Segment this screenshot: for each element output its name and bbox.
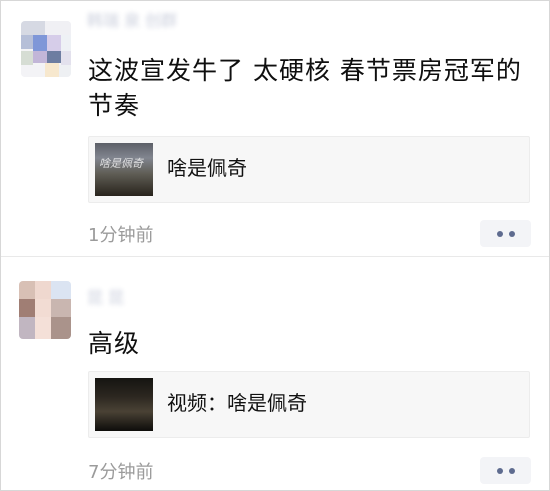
avatar-pixel-4 [19, 299, 35, 317]
avatar-pixel-13 [59, 65, 71, 77]
nickname[interactable]: 昆 昆 [87, 289, 124, 307]
avatar-pixel-9 [51, 317, 71, 339]
avatar-pixel-8 [35, 317, 51, 339]
more-options-icon [496, 230, 503, 237]
more-options-button[interactable] [480, 220, 531, 247]
avatar-pixel-10 [61, 51, 71, 65]
avatar-pixel-1 [21, 21, 45, 35]
avatar-pixel-7 [21, 51, 33, 65]
comment-item-2: 昆 昆 高级 视频：啥是佩奇 7分钟前 [1, 257, 549, 490]
avatar-pixel-3 [21, 35, 33, 49]
video-thumbnail [95, 378, 153, 431]
more-options-icon [508, 467, 515, 474]
avatar-pixel-1 [19, 281, 35, 299]
shared-video-card[interactable]: 视频：啥是佩奇 [88, 371, 530, 438]
nickname[interactable]: 韩瑞 泉 创群 [87, 12, 177, 30]
avatar-pixel-2 [35, 281, 51, 299]
more-options-icon [496, 467, 503, 474]
avatar-pixel-7 [19, 317, 35, 339]
avatar-pixel-2 [45, 21, 71, 35]
avatar[interactable] [19, 281, 71, 339]
avatar-pixel-5 [35, 299, 51, 317]
avatar-pixel-5 [47, 35, 61, 51]
avatar[interactable] [21, 21, 71, 77]
link-thumbnail: 啥是佩奇 [95, 143, 153, 196]
avatar-pixel-6 [61, 35, 71, 51]
thumbnail-caption: 啥是佩奇 [99, 157, 143, 170]
avatar-pixel-12 [45, 63, 59, 77]
link-title: 啥是佩奇 [167, 156, 247, 180]
avatar-pixel-11 [21, 65, 45, 77]
more-options-icon [508, 230, 515, 237]
avatar-pixel-9 [47, 51, 61, 63]
avatar-pixel-3 [51, 281, 71, 299]
comment-text: 这波宣发牛了 太硬核 春节票房冠军的节奏 [88, 56, 522, 120]
avatar-pixel-8 [33, 51, 47, 63]
moments-feed: 韩瑞 泉 创群 这波宣发牛了 太硬核 春节票房冠军的节奏 啥是佩奇 啥是佩奇 1… [0, 0, 550, 491]
timestamp: 7分钟前 [88, 462, 154, 483]
shared-link-card[interactable]: 啥是佩奇 啥是佩奇 [88, 136, 530, 203]
comment-text: 高级 [88, 329, 141, 358]
comment-item-1: 韩瑞 泉 创群 这波宣发牛了 太硬核 春节票房冠军的节奏 啥是佩奇 啥是佩奇 1… [1, 1, 549, 256]
more-options-button[interactable] [480, 457, 531, 484]
video-title: 视频：啥是佩奇 [167, 391, 307, 415]
avatar-pixel-6 [51, 299, 71, 317]
timestamp: 1分钟前 [88, 225, 154, 246]
avatar-pixel-4 [33, 35, 47, 51]
